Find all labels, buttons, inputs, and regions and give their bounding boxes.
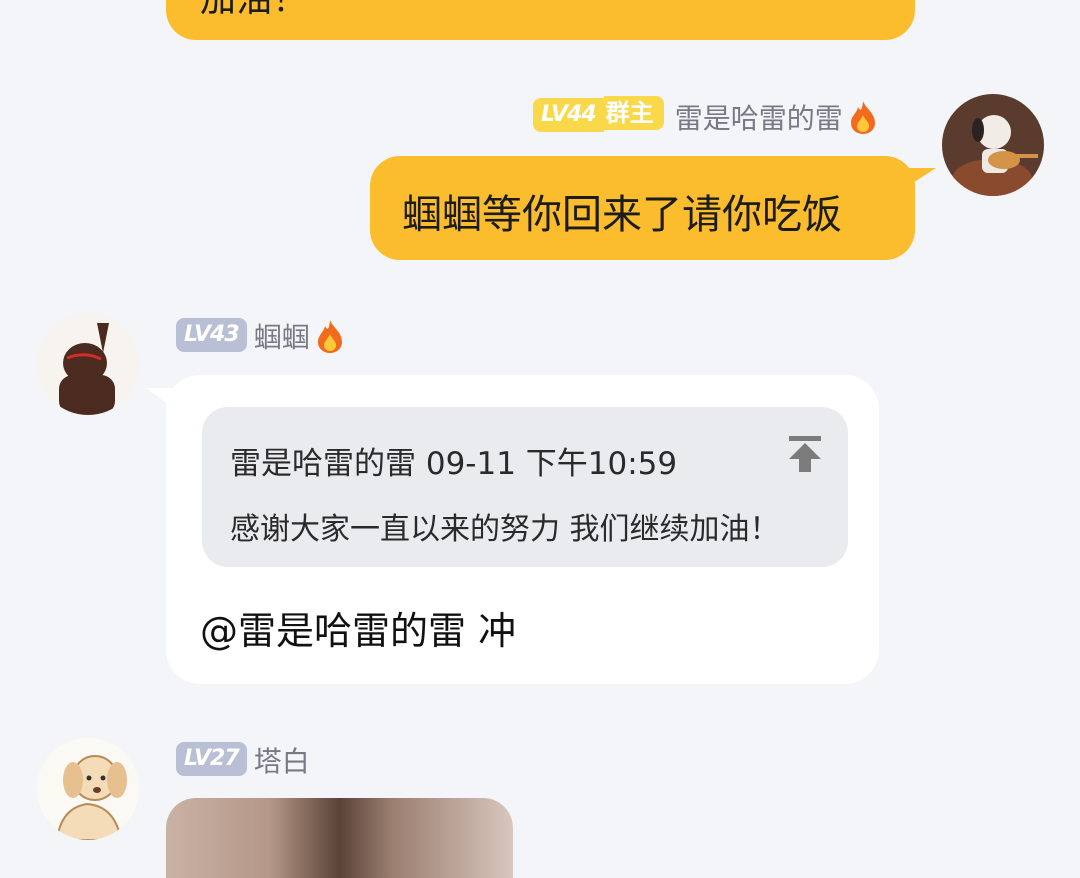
level-badge: LV27 [176, 741, 247, 776]
sender-nickname[interactable]: 蝈蝈 [254, 321, 310, 354]
quoted-author: 雷是哈雷的雷 [230, 446, 416, 482]
fire-icon [315, 318, 345, 354]
self-avatar[interactable] [942, 94, 1044, 196]
bubble-tail [902, 168, 936, 190]
sender-nickname[interactable]: 雷是哈雷的雷 [675, 102, 843, 135]
level-badge: LV43 [176, 317, 247, 352]
self-message-header: LV44 群主 雷是哈雷的雷 [533, 96, 878, 137]
previous-message-bubble[interactable]: 加油！ [166, 0, 915, 40]
pin-top-icon[interactable] [787, 434, 823, 474]
reply-avatar[interactable] [37, 313, 139, 415]
owner-badge: 群主 [603, 96, 664, 130]
reply-message-header: LV43 蝈蝈 [176, 316, 345, 356]
next-message-header: LV27 塔白 [176, 740, 310, 780]
level-badge: LV44 [533, 98, 604, 132]
bubble-tail [146, 388, 176, 410]
quoted-message-text: 感谢大家一直以来的努力 我们继续加油！ [230, 512, 780, 547]
image-message-bubble[interactable] [166, 798, 513, 878]
quoted-time: 09-11 下午10:59 [425, 446, 678, 482]
fire-icon [848, 99, 878, 135]
sender-nickname[interactable]: 塔白 [254, 745, 310, 778]
previous-message-text: 加油！ [200, 0, 308, 22]
reply-message-text: @雷是哈雷的雷 冲 [200, 609, 517, 653]
self-message-text: 蝈蝈等你回来了请你吃饭 [402, 192, 842, 238]
next-avatar[interactable] [37, 738, 139, 840]
quoted-message-header: 雷是哈雷的雷 09-11 下午10:59 [230, 438, 677, 483]
